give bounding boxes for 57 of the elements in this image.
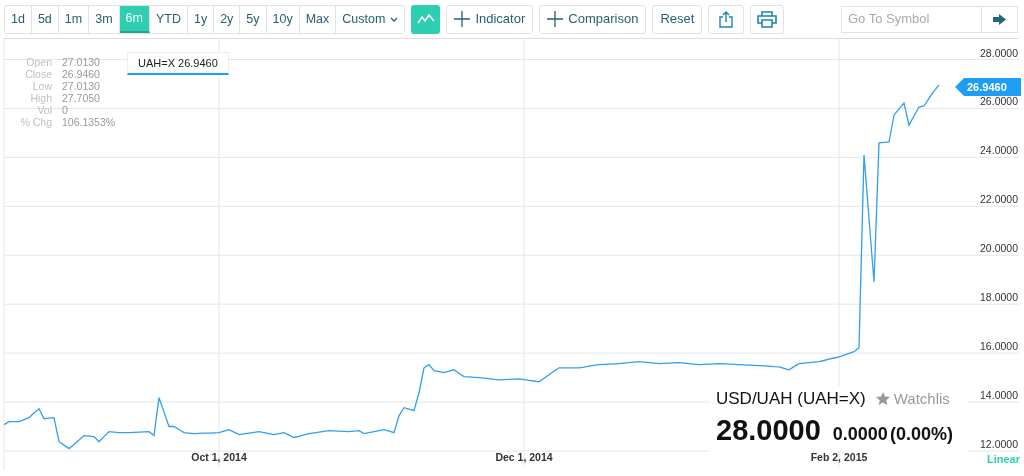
range-tab[interactable]: YTD: [149, 5, 188, 33]
range-tab[interactable]: 1y: [187, 5, 215, 33]
indicator-button[interactable]: Indicator: [446, 4, 534, 34]
range-tab[interactable]: 5d: [31, 5, 59, 33]
percent-change: (0.00%): [889, 422, 953, 446]
stat-label: % Chg: [19, 116, 52, 128]
x-axis-label: Dec 1, 2014: [495, 451, 553, 463]
symbol-name: USD/UAH (UAH=X): [716, 388, 866, 410]
stat-value: 27.0130: [62, 80, 101, 92]
price: 28.0000: [716, 413, 821, 446]
stat-label: Vol: [36, 104, 52, 116]
chart-type-button[interactable]: [411, 4, 441, 34]
y-axis-label: 12.0000: [980, 438, 1018, 450]
y-axis-label: 28.0000: [980, 46, 1018, 59]
y-axis-label: 16.0000: [980, 340, 1018, 353]
stat-value: 106.1353%: [62, 116, 116, 128]
plus-icon: [454, 11, 471, 27]
print-button[interactable]: [750, 4, 785, 34]
go-button[interactable]: [982, 5, 1018, 33]
symbol-search-field[interactable]: Go To Symbol: [841, 5, 982, 33]
range-tab[interactable]: 3m: [89, 5, 120, 33]
x-axis-label: Oct 1, 2014: [191, 451, 247, 463]
tooltip: UAH=X 26.9460: [127, 52, 229, 75]
line-chart-icon: [416, 14, 435, 24]
range-tab[interactable]: 2y: [214, 5, 241, 33]
stat-value: 26.9460: [62, 68, 101, 80]
y-axis-label: 24.0000: [980, 144, 1018, 157]
x-axis-label: Feb 2, 2015: [810, 451, 868, 463]
stat-value: 27.0130: [62, 56, 101, 68]
range-tab[interactable]: 10y: [266, 5, 300, 33]
stat-value: 0: [62, 104, 69, 116]
stat-label: Close: [24, 68, 52, 80]
y-axis-label: 26.0000: [980, 95, 1018, 108]
y-axis-label: 20.0000: [980, 242, 1018, 255]
star-icon: [875, 392, 890, 406]
y-axis-label: 18.0000: [980, 291, 1018, 304]
range-tab[interactable]: 1d: [5, 5, 32, 33]
stat-label: High: [29, 92, 52, 104]
range-tab[interactable]: 1m: [58, 5, 90, 33]
arrow-right-icon: [993, 13, 1006, 25]
price-marker: 26.9460: [955, 78, 1021, 96]
y-axis-label: 14.0000: [980, 389, 1018, 402]
reset-button[interactable]: Reset: [652, 4, 703, 34]
stat-label: Low: [31, 80, 52, 92]
stat-label: Open: [25, 56, 52, 68]
price-change: 0.0000: [832, 422, 888, 446]
share-button[interactable]: [708, 4, 745, 34]
range-tab[interactable]: Max: [299, 5, 337, 33]
caret-icon: [390, 16, 399, 22]
y-axis-label: 22.0000: [980, 193, 1018, 206]
stat-value: 27.7050: [62, 92, 101, 104]
comparison-button[interactable]: Comparison: [539, 4, 647, 34]
share-icon: [719, 10, 734, 28]
custom-dropdown[interactable]: Custom: [336, 5, 405, 33]
range-tab[interactable]: 5y: [240, 5, 267, 33]
plus-icon: [547, 11, 564, 27]
printer-icon: [757, 10, 778, 28]
